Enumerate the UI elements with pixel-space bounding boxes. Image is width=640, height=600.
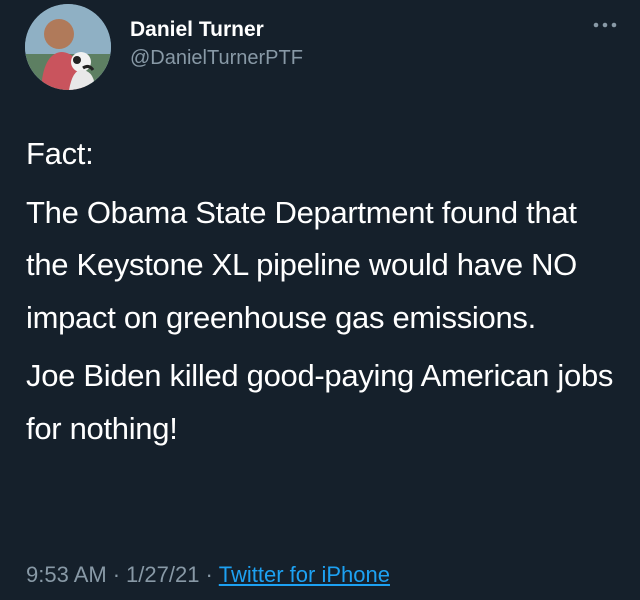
avatar[interactable] — [25, 4, 111, 90]
tweet-body: Fact: The Obama State Department found t… — [26, 128, 616, 455]
tweet-card: Daniel Turner @DanielTurnerPTF Fact: The… — [0, 0, 640, 600]
meta-separator: · — [205, 562, 213, 587]
tweet-metadata: 9:53 AM · 1/27/21 · Twitter for iPhone — [26, 562, 390, 588]
tweet-source-link[interactable]: Twitter for iPhone — [219, 562, 390, 587]
meta-separator: · — [112, 562, 121, 587]
author-name[interactable]: Daniel Turner — [130, 18, 264, 42]
tweet-paragraph: Joe Biden killed good-paying American jo… — [26, 358, 614, 446]
avatar-photo — [25, 4, 111, 90]
tweet-time[interactable]: 9:53 AM — [26, 562, 107, 587]
more-horizontal-icon[interactable] — [592, 18, 618, 30]
author-handle[interactable]: @DanielTurnerPTF — [130, 47, 303, 70]
tweet-date[interactable]: 1/27/21 — [126, 562, 199, 587]
tweet-header: Daniel Turner @DanielTurnerPTF — [22, 0, 622, 92]
tweet-paragraph: Fact: — [26, 136, 94, 171]
tweet-paragraph: The Obama State Department found that th… — [26, 194, 577, 335]
